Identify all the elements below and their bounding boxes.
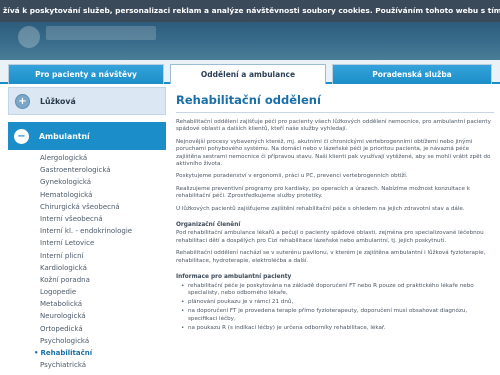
tab-counseling-service[interactable]: Poradenská služba	[332, 64, 492, 84]
sidebar-item[interactable]: Psychologická	[8, 335, 166, 347]
sidebar-item[interactable]: Kožní poradna	[8, 274, 166, 286]
sidebar-item[interactable]: Gynekologická	[8, 176, 166, 188]
outpatient-info-list: rehabilitační péče je poskytována na zák…	[176, 283, 494, 333]
hospital-logo-icon[interactable]	[18, 26, 40, 48]
list-item: rehabilitační péče je poskytována na zák…	[181, 283, 494, 298]
sidebar-item[interactable]: Interní všeobecná	[8, 213, 166, 225]
tab-patients-visitors[interactable]: Pro pacienty a návštěvy	[8, 64, 164, 84]
plus-icon: +	[15, 93, 30, 109]
sidebar-section-inpatient[interactable]: + Lůžková	[8, 87, 166, 115]
intro-paragraph: Realizujeme preventivní programy pro kar…	[176, 185, 470, 200]
main-content: Rehabilitační oddělení Rehabilitační odd…	[176, 86, 494, 375]
cookie-consent-bar: žívá k poskytování služeb, personalizaci…	[0, 0, 500, 22]
tab-departments-clinics[interactable]: Oddělení a ambulance	[170, 64, 326, 84]
sidebar-item[interactable]: Interní plicní	[8, 250, 166, 262]
sidebar-item[interactable]: Kardiologická	[8, 262, 166, 274]
sidebar-item[interactable]: Chirurgická všeobecná	[8, 201, 166, 213]
sidebar-item[interactable]: Ortopedická	[8, 323, 166, 335]
sidebar-section-outpatient[interactable]: − Ambulantní	[8, 122, 166, 150]
sidebar-item[interactable]: Interní kl. - endokrinologie	[8, 225, 166, 237]
organization-paragraph: Rehabilitační oddělení nachází se v sute…	[176, 250, 486, 264]
sidebar-section-label: Lůžková	[40, 96, 76, 106]
title-divider	[176, 112, 494, 113]
intro-paragraph: Poskytujeme poradenství v ergonomii, prá…	[176, 173, 408, 180]
sidebar-item[interactable]: Interní Letovice	[8, 237, 166, 249]
organization-paragraph: Pod rehabilitační ambulance lékařů a peč…	[176, 230, 484, 244]
sidebar-section-label: Ambulantní	[39, 131, 90, 141]
sidebar-outpatient-list: Alergologická Gastroenterologická Gynekolo…	[8, 152, 166, 371]
site-header	[0, 22, 500, 60]
list-item: na poukazu R (s indikací léčby) je určen…	[181, 325, 494, 333]
sidebar-item[interactable]: Psychiatrická	[8, 359, 166, 371]
sidebar-item[interactable]: Gastroenterologická	[8, 164, 166, 176]
minus-icon: −	[14, 128, 29, 144]
intro-paragraph: U lůžkových pacientů zajišťujeme zajiště…	[176, 205, 465, 212]
cookie-consent-text: žívá k poskytování služeb, personalizaci…	[3, 6, 500, 15]
sidebar-item[interactable]: Hematologická	[8, 189, 166, 201]
intro-paragraph: Rehabilitační oddělení zajišťuje péči pr…	[176, 119, 491, 133]
sidebar-item[interactable]: Alergologická	[8, 152, 166, 164]
sidebar-item[interactable]: Neurologická	[8, 310, 166, 322]
sidebar-item-active[interactable]: Rehabilitační	[8, 347, 166, 359]
page-title: Rehabilitační oddělení	[176, 93, 321, 107]
hospital-logo-wordmark[interactable]	[46, 26, 156, 40]
main-navigation: Pro pacienty a návštěvy Oddělení a ambul…	[0, 60, 500, 84]
intro-paragraph: Nejnovější procesy vybavených kteréž, mj…	[176, 138, 491, 168]
sidebar: + Lůžková − Ambulantní Alergologická Gast…	[8, 86, 166, 375]
section-heading-organization: Organizační členění	[176, 222, 241, 229]
list-item: na doporučení FT je provedena terapie př…	[181, 308, 494, 323]
sidebar-item[interactable]: Metabolická	[8, 298, 166, 310]
section-heading-outpatient-info: Informace pro ambulantní pacienty	[176, 274, 292, 281]
list-item: plánování poukazu je v rámci 21 dnů,	[181, 299, 494, 307]
sidebar-item[interactable]: Logopedie	[8, 286, 166, 298]
